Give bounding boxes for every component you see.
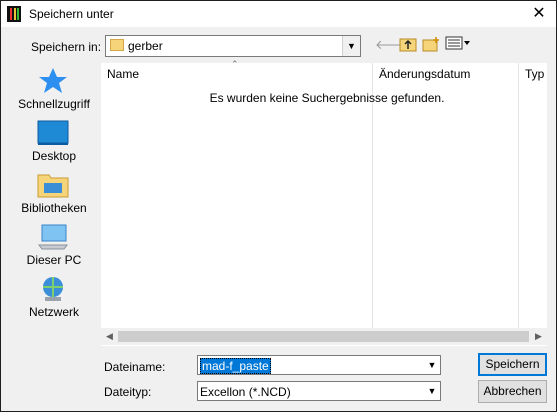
cancel-button[interactable]: Abbrechen [478,380,547,403]
folder-up-icon[interactable] [398,36,418,54]
look-in-label: Speichern in: [31,40,102,54]
close-button[interactable]: ✕ [522,1,556,27]
new-folder-icon[interactable] [421,36,441,54]
place-label: Schnellzugriff [18,97,90,111]
title-bar[interactable]: Speichern unter ✕ [1,1,556,27]
scroll-right-icon[interactable]: ▶ [530,328,547,345]
star-icon [37,67,69,95]
folder-icon [110,39,124,51]
close-icon: ✕ [532,5,546,22]
place-quick-access[interactable]: Schnellzugriff [9,63,99,115]
filename-value: mad-f_paste [200,358,271,374]
filetype-select[interactable]: Excellon (*.NCD) ▼ [197,381,441,401]
desktop-icon [37,119,69,147]
view-menu-icon[interactable] [444,36,472,54]
app-icon [7,6,21,22]
place-label: Dieser PC [26,253,82,267]
column-header-date[interactable]: Änderungsdatum [373,63,518,85]
file-list[interactable]: ⌃ Name Änderungsdatum Typ Es wurden kein… [101,59,547,346]
chevron-down-icon[interactable]: ▼ [424,356,440,374]
network-icon [37,275,69,303]
place-desktop[interactable]: Desktop [9,115,99,167]
empty-message: Es wurden keine Suchergebnisse gefunden. [209,91,445,105]
window-title: Speichern unter [29,7,114,21]
filename-input[interactable]: mad-f_paste ▼ [197,355,441,375]
place-network[interactable]: Netzwerk [9,271,99,323]
place-this-pc[interactable]: Dieser PC [9,219,99,271]
libraries-icon [37,171,69,199]
save-as-dialog: Speichern unter ✕ Speichern in: gerber ▼… [0,0,557,412]
filename-label: Dateiname: [104,360,166,374]
places-bar: Schnellzugriff Desktop Bibliotheken Dies… [9,63,99,346]
place-label: Netzwerk [28,305,79,319]
filetype-value: Excellon (*.NCD) [200,385,291,399]
current-folder: gerber [128,39,163,53]
back-arrow-icon[interactable]: 🡐 [375,36,410,54]
place-libraries[interactable]: Bibliotheken [9,167,99,219]
column-header-name[interactable]: Name [101,63,372,85]
computer-icon [37,223,69,251]
scroll-left-icon[interactable]: ◀ [101,328,118,345]
chevron-down-icon[interactable]: ▼ [342,36,360,56]
chevron-down-icon[interactable]: ▼ [424,382,440,400]
column-header-type[interactable]: Typ [519,63,547,85]
filetype-label: Dateityp: [104,385,152,399]
place-label: Desktop [31,149,77,163]
save-button[interactable]: Speichern [478,353,547,376]
look-in-combo[interactable]: gerber ▼ [105,35,361,57]
place-label: Bibliotheken [21,201,87,215]
horizontal-scrollbar[interactable]: ◀ ▶ [101,328,547,345]
scrollbar-thumb[interactable] [118,331,529,342]
